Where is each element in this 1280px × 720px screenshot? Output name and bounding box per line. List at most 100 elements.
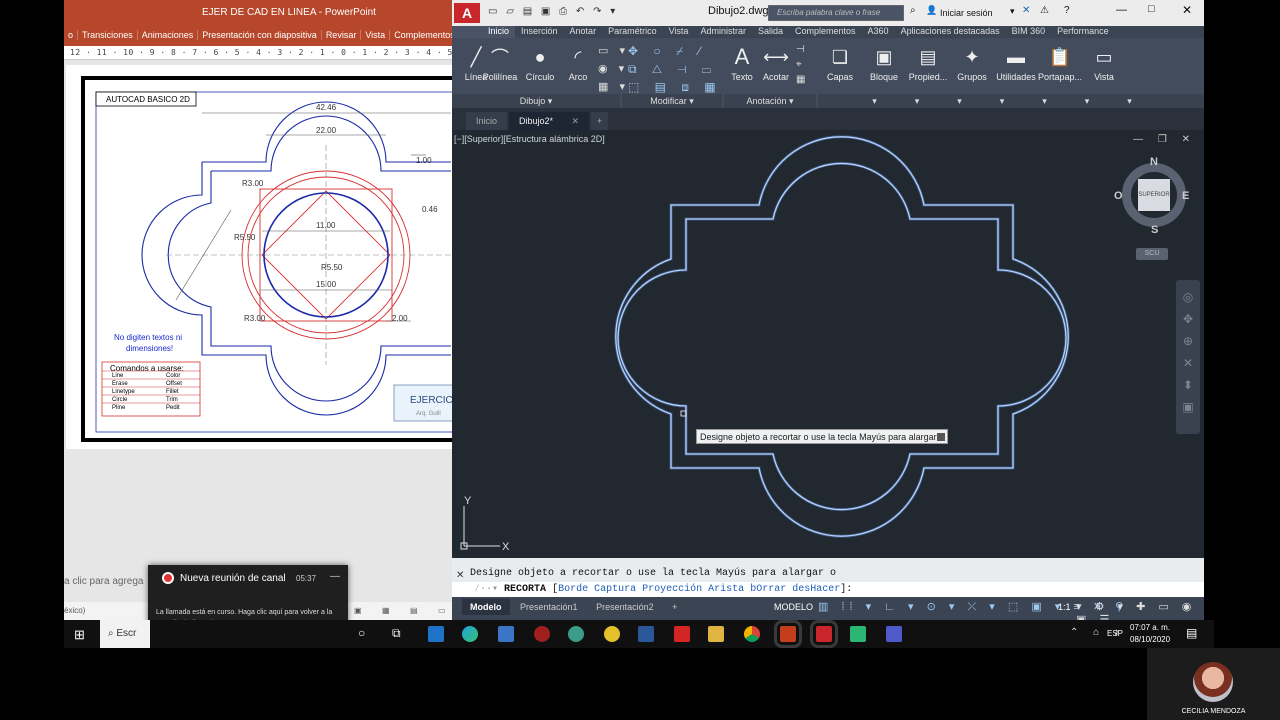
tab-inicio[interactable]: Inicio: [452, 26, 516, 38]
search-box[interactable]: Escriba palabra clave o frase: [768, 5, 904, 21]
cmd-option-captura[interactable]: Captura: [594, 584, 636, 595]
signin-link[interactable]: Iniciar sesión: [940, 8, 993, 18]
close-button[interactable]: ✕: [1182, 3, 1192, 17]
view-reading-icon[interactable]: ▤: [410, 602, 418, 620]
doc-tab-dibujo2[interactable]: Dibujo2* ✕: [509, 112, 590, 130]
add-layout-button[interactable]: +: [664, 599, 685, 615]
drawing-area[interactable]: [−][Superior][Estructura alámbrica 2D] —…: [452, 130, 1204, 558]
mail-icon[interactable]: [428, 626, 444, 642]
notifications-icon[interactable]: ▤: [1186, 626, 1197, 640]
autocad-logo-icon[interactable]: A: [454, 3, 480, 23]
acotar-tool[interactable]: ⟷ Acotar: [754, 42, 798, 83]
app-red-icon[interactable]: [534, 626, 550, 642]
viewcube[interactable]: SUPERIOR N S E O SCU: [1114, 156, 1192, 260]
photos-icon[interactable]: [498, 626, 514, 642]
tab-performance[interactable]: Performance: [1051, 26, 1115, 38]
capas-tool[interactable]: ❏ Capas: [818, 42, 862, 83]
group-dibujo[interactable]: Dibujo ▾: [452, 94, 620, 108]
propiedades-tool[interactable]: ▤ Propied...: [906, 42, 950, 83]
ppt-tab-vista[interactable]: Vista: [361, 30, 391, 40]
app-u-icon[interactable]: [568, 626, 584, 642]
navigation-bar[interactable]: ◎ ✥ ⊕ ✕ ⬍ ▣: [1176, 280, 1200, 434]
portapapeles-tool[interactable]: 📋 Portapap...: [1038, 42, 1082, 83]
command-line[interactable]: ⁄··▾ RECORTA [Borde Captura Proyección A…: [452, 582, 1204, 597]
slide[interactable]: AUTOCAD BASICO 2D 42.46 22.00 1.00 R3.00…: [66, 65, 454, 449]
cmd-option-deshacer[interactable]: desHacer: [792, 584, 840, 595]
quick-access-icons[interactable]: ▭ ▱ ▤ ▣ ⎙ ↶ ↷ ▾: [488, 6, 618, 17]
tab-administrar[interactable]: Administrar: [694, 26, 752, 38]
draw-small-tools[interactable]: ▭ ▾ ◉ ▾ ▦ ▾: [598, 42, 629, 96]
viewcube-face[interactable]: SUPERIOR: [1138, 179, 1170, 211]
word-icon[interactable]: [638, 626, 654, 642]
cmd-option-borrar[interactable]: bOrrar: [750, 584, 786, 595]
task-view-icon[interactable]: ⧉: [392, 626, 401, 641]
bloque-tool[interactable]: ▣ Bloque: [862, 42, 906, 83]
help-icon[interactable]: ?: [1064, 5, 1070, 16]
edge-icon[interactable]: [462, 626, 478, 642]
teams-icon[interactable]: [886, 626, 902, 642]
doc-tab-inicio[interactable]: Inicio: [466, 112, 508, 130]
utilidades-tool[interactable]: ▬ Utilidades: [994, 42, 1038, 83]
view-sorter-icon[interactable]: ▦: [382, 602, 390, 620]
ppt-tab[interactable]: o: [64, 30, 79, 40]
annotation-small-tools[interactable]: ⊣ ⌖ ▦: [796, 42, 805, 87]
start-icon[interactable]: ⊞: [74, 627, 85, 643]
tab-bim360[interactable]: BIM 360: [1006, 26, 1052, 38]
vista-tool[interactable]: ▭ Vista: [1082, 42, 1126, 83]
new-tab-button[interactable]: +: [591, 112, 609, 130]
drawing-canvas[interactable]: Y X: [452, 130, 1204, 558]
ppt-tab-revisar[interactable]: Revisar: [322, 30, 362, 40]
tab-complementos[interactable]: Complementos: [789, 26, 862, 38]
binoculars-icon[interactable]: ⌕: [910, 5, 916, 16]
layout-tab-presentacion1[interactable]: Presentación1: [512, 599, 586, 615]
ppt-tab-presentacion[interactable]: Presentación con diapositiva: [198, 30, 322, 40]
cmd-option-arista[interactable]: Arista: [708, 584, 744, 595]
tab-aplicaciones[interactable]: Aplicaciones destacadas: [895, 26, 1006, 38]
model-space-button[interactable]: MODELO: [774, 602, 813, 612]
cortana-icon[interactable]: ○: [358, 626, 365, 640]
language-indicator[interactable]: ESP: [1107, 629, 1123, 638]
dropdown-icon[interactable]: ▾: [1010, 6, 1015, 17]
tab-salida[interactable]: Salida: [752, 26, 789, 38]
tab-a360[interactable]: A360: [862, 26, 895, 38]
acrobat-icon[interactable]: [674, 626, 690, 642]
app-yellow-icon[interactable]: [604, 626, 620, 642]
group-anotacion[interactable]: Anotación ▾: [724, 94, 816, 108]
tab-anotar[interactable]: Anotar: [564, 26, 603, 38]
view-slideshow-icon[interactable]: ▭: [438, 602, 446, 620]
group-modificar[interactable]: Modificar ▾: [622, 94, 722, 108]
group-dropdowns[interactable]: ▾▾▾▾▾▾▾: [818, 94, 1204, 108]
explorer-icon[interactable]: [708, 626, 724, 642]
user-icon[interactable]: 👤: [926, 5, 937, 16]
arco-tool[interactable]: ◜ Arco: [556, 42, 600, 83]
a360-icon[interactable]: ⚠: [1040, 5, 1049, 16]
annotation-scale[interactable]: 1:1: [1058, 602, 1071, 612]
minimize-button[interactable]: —: [1116, 4, 1127, 16]
taskbar-search[interactable]: ⌕ Escr: [100, 620, 150, 648]
cmd-option-borde[interactable]: Borde: [558, 584, 588, 595]
autocad-icon[interactable]: [810, 620, 838, 648]
ucs-dropdown[interactable]: SCU: [1136, 248, 1168, 260]
powerpoint-icon[interactable]: [774, 620, 802, 648]
cmd-option-proyeccion[interactable]: Proyección: [642, 584, 702, 595]
maximize-button[interactable]: □: [1148, 3, 1155, 15]
chrome-icon[interactable]: [744, 626, 760, 642]
tab-insercion[interactable]: Inserción: [515, 26, 564, 38]
layout-tab-modelo[interactable]: Modelo: [462, 599, 510, 615]
clock[interactable]: 07:07 a. m. 08/10/2020: [1130, 622, 1170, 646]
ppt-tab-complementos[interactable]: Complementos: [390, 30, 454, 40]
toast-minimize-icon[interactable]: —: [330, 571, 340, 582]
polilinea-tool[interactable]: ⌒ Polilínea: [478, 42, 522, 82]
tab-parametrico[interactable]: Paramétrico: [602, 26, 663, 38]
tab-close-icon[interactable]: ✕: [571, 112, 579, 130]
cmd-close-icon[interactable]: ✕: [456, 570, 464, 581]
modify-tools[interactable]: ✥ ○ ⌿ ⁄ ⧉ △ ⊣ ▭ ⬚ ▤ ⧈ ▦: [628, 42, 722, 96]
app-green-icon[interactable]: [850, 626, 866, 642]
view-normal-icon[interactable]: ▣: [354, 602, 362, 620]
tab-vista[interactable]: Vista: [663, 26, 695, 38]
tooltip-arrow-icon[interactable]: [937, 433, 945, 441]
ppt-tab-animaciones[interactable]: Animaciones: [138, 30, 199, 40]
grupos-tool[interactable]: ✦ Grupos: [950, 42, 994, 83]
exchange-icon[interactable]: ✕: [1022, 5, 1030, 16]
ppt-tab-transiciones[interactable]: Transiciones: [78, 30, 138, 40]
